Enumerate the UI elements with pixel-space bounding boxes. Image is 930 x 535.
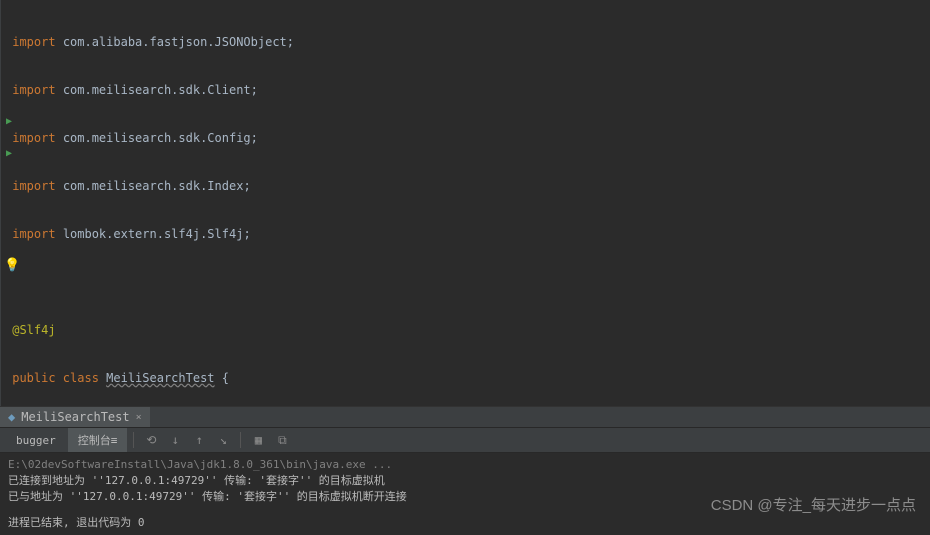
divider [133, 432, 134, 448]
run-main-icon[interactable]: ▶ [6, 148, 12, 159]
console-line: 进程已结束, 退出代码为 0 [8, 515, 922, 531]
file-tabs-row: ◆ MeiliSearchTest × [0, 407, 930, 428]
code-content[interactable]: ⌄ import com.alibaba.fastjson.JSONObject… [1, 0, 930, 406]
run-class-icon[interactable]: ▶ [6, 116, 12, 127]
console-line: E:\02devSoftwareInstall\Java\jdk1.8.0_36… [8, 457, 922, 473]
java-file-icon: ◆ [8, 410, 15, 424]
run-to-cursor-icon[interactable]: ↘ [212, 429, 234, 451]
close-icon[interactable]: × [136, 412, 142, 423]
trace-icon[interactable]: ⧉ [271, 429, 293, 451]
divider [240, 432, 241, 448]
run-toolbar: bugger 控制台 ≡ ⟲ ↓ ↑ ↘ ▦ ⧉ [0, 428, 930, 453]
console-line: 已连接到地址为 ''127.0.0.1:49729'' 传输: '套接字'' 的… [8, 473, 922, 489]
file-tab-label: MeiliSearchTest [21, 410, 129, 424]
editor-gutter: ▶ ▶ 💡 [0, 0, 1, 406]
debugger-tab[interactable]: bugger [6, 428, 66, 452]
file-tab[interactable]: ◆ MeiliSearchTest × [0, 407, 150, 427]
step-out-icon[interactable]: ↑ [188, 429, 210, 451]
bottom-panel: ◆ MeiliSearchTest × bugger 控制台 ≡ ⟲ ↓ ↑ ↘… [0, 406, 930, 535]
console-output[interactable]: E:\02devSoftwareInstall\Java\jdk1.8.0_36… [0, 453, 930, 535]
intention-bulb-icon[interactable]: 💡 [4, 258, 20, 273]
step-into-icon[interactable]: ↓ [164, 429, 186, 451]
console-tab[interactable]: 控制台 ≡ [68, 428, 128, 452]
code-editor[interactable]: ▶ ▶ 💡 ⌄ import com.alibaba.fastjson.JSON… [0, 0, 930, 406]
evaluate-icon[interactable]: ▦ [247, 429, 269, 451]
console-line: 已与地址为 ''127.0.0.1:49729'' 传输: '套接字'' 的目标… [8, 489, 922, 505]
step-over-icon[interactable]: ⟲ [140, 429, 162, 451]
